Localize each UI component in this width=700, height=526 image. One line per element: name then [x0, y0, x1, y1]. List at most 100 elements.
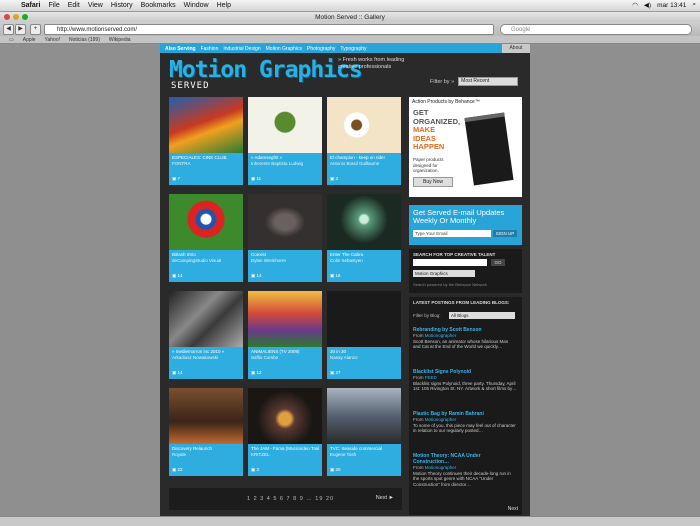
menu-file[interactable]: File [48, 2, 59, 9]
bookmark-yahoo[interactable]: Yahoo! [45, 37, 60, 43]
tile-thumbnail[interactable] [327, 194, 401, 250]
address-bar[interactable]: http://www.motionserved.com/ [44, 24, 494, 35]
post-excerpt: Blacklist signs Polynoid, three party. T… [413, 380, 517, 392]
tile-author[interactable]: Colin Sebastyen [330, 258, 398, 264]
address-url[interactable]: http://www.motionserved.com/ [57, 27, 137, 33]
tile-author[interactable]: KRITZEL [251, 452, 319, 458]
gallery-tile[interactable]: ANIMALIENS (TV 2009) Saffio Combe ▣ 12 [248, 291, 322, 379]
buy-now-button[interactable]: Buy Now [413, 177, 453, 187]
tile-thumbnail[interactable] [327, 388, 401, 444]
bookmark-news[interactable]: Noticias (199) [69, 37, 100, 43]
tile-thumbnail[interactable] [169, 291, 243, 347]
gallery-tile[interactable]: Discovery Relaunch Royale ▣ 22 [169, 388, 243, 476]
nav-photography[interactable]: Photography [307, 46, 335, 52]
search-placeholder: Google [511, 26, 531, 33]
talent-search-input[interactable] [413, 259, 487, 266]
blog-filter-select[interactable]: All Blogs [449, 312, 515, 319]
bookmark-apple[interactable]: Apple [23, 37, 36, 43]
clock[interactable]: mar 13:41 [657, 2, 686, 9]
tile-thumbnail[interactable] [248, 194, 322, 250]
post-excerpt: Motion Theory continues their decade-lon… [413, 470, 511, 487]
tile-author[interactable]: FONTRA [172, 161, 240, 167]
tile-views-count: 14 [256, 273, 262, 278]
gallery-tile[interactable]: Bitlash Intro deCampingStudio Visual ▣ 1… [169, 194, 243, 282]
add-bookmark-button[interactable]: + [30, 23, 41, 35]
search-field[interactable]: Google [500, 24, 692, 35]
wifi-icon[interactable]: ◠ [632, 1, 638, 9]
tile-thumbnail[interactable] [169, 194, 243, 250]
about-link[interactable]: About [502, 44, 530, 53]
tile-author[interactable]: Arkadiusz Nowakowski [172, 355, 240, 361]
tile-thumbnail[interactable] [248, 291, 322, 347]
spotlight-icon[interactable]: ⌕ [692, 1, 696, 9]
gallery-tile[interactable]: 30 in 30 Nasay Alanzo ▣ 27 [327, 291, 401, 379]
nav-typography[interactable]: Typography [340, 46, 366, 52]
menu-edit[interactable]: Edit [68, 2, 80, 9]
tile-title[interactable]: The JAM - Fama (Musicvideo Trailer) [251, 446, 319, 452]
gallery-tile[interactable]: » mediemorron inc 2010 « Arkadiusz Nowak… [169, 291, 243, 379]
tile-author[interactable]: deCampingStudio Visual [172, 258, 240, 264]
tile-thumbnail[interactable] [327, 97, 401, 153]
tile-author[interactable]: Eugene Tosh [330, 452, 398, 458]
window-controls [4, 14, 28, 20]
zoom-window-button[interactable] [22, 14, 28, 20]
ad-headline: GET ORGANIZED, MAKE IDEAS HAPPEN [413, 108, 460, 152]
menu-bookmarks[interactable]: Bookmarks [141, 2, 176, 9]
tile-thumbnail[interactable] [248, 97, 322, 153]
tile-views: ▣ 14 [172, 273, 183, 279]
tile-author[interactable]: Antonio Brasil Guillaume [330, 161, 398, 167]
bookmarks-menu-icon[interactable]: ▭ [9, 37, 14, 43]
site-top-nav: Also Serving Fashion Industrial Design M… [160, 44, 530, 53]
post-source-link[interactable]: Motionographer [425, 465, 457, 470]
post-source-link[interactable]: FEED [425, 375, 437, 380]
sign-up-button[interactable]: SIGN UP [493, 230, 517, 237]
tile-author[interactable]: Saffio Combe [251, 355, 319, 361]
tile-author[interactable]: Royale [172, 452, 240, 458]
post-excerpt: To some of you, this piece may feel out … [413, 422, 516, 434]
tile-views: ▣ 11 [251, 176, 261, 182]
menu-window[interactable]: Window [184, 2, 209, 9]
back-button[interactable]: ◀ [3, 23, 14, 35]
tile-views-count: 11 [256, 176, 262, 181]
post-source-link[interactable]: Motionographer [425, 417, 457, 422]
gallery-tile[interactable]: Enter The Cabra Colin Sebastyen ▣ 16 [327, 194, 401, 282]
site-logo[interactable]: Motion Graphics [169, 57, 363, 83]
nav-motion-graphics[interactable]: Motion Graphics [266, 46, 302, 52]
filter-select[interactable]: Most Recent [458, 77, 519, 86]
talent-go-button[interactable]: GO [491, 259, 505, 266]
gallery-tile[interactable]: The JAM - Fama (Musicvideo Trailer) KRIT… [248, 388, 322, 476]
gallery-tile[interactable]: TVC: Seaside commercial Eugene Tosh ▣ 20 [327, 388, 401, 476]
volume-icon[interactable]: ◀) [644, 1, 651, 9]
nav-fashion[interactable]: Fashion [201, 46, 219, 52]
tile-thumbnail[interactable] [327, 291, 401, 347]
tile-author[interactable]: Inherente Baptista Ludwig [251, 161, 319, 167]
nav-industrial-design[interactable]: Industrial Design [223, 46, 260, 52]
menu-view[interactable]: View [88, 2, 103, 9]
action-products-ad[interactable]: Action Products by Behance™ GET ORGANIZE… [409, 97, 522, 197]
filter-label: Filter by » [430, 78, 455, 85]
tile-author[interactable]: Dylan Wreinhorre [251, 258, 319, 264]
minimize-window-button[interactable] [13, 14, 19, 20]
gallery-tile[interactable]: El champion - keep on ride! Antonio Bras… [327, 97, 401, 185]
email-input[interactable]: Type Your Email [413, 230, 491, 237]
next-page-link[interactable]: Next ► [376, 495, 394, 501]
menu-safari[interactable]: Safari [21, 2, 40, 9]
menu-help[interactable]: Help [217, 2, 231, 9]
gallery-tile[interactable]: » Adamsegfrit « Inherente Baptista Ludwi… [248, 97, 322, 185]
blogs-next-link[interactable]: Next [508, 506, 518, 512]
gallery-tile[interactable]: Coexist Dylan Wreinhorre ▣ 14 [248, 194, 322, 282]
post-source-link[interactable]: Motionographer [425, 333, 457, 338]
tile-thumbnail[interactable] [248, 388, 322, 444]
tile-author[interactable]: Nasay Alanzo [330, 355, 398, 361]
post-title[interactable]: Motion Theory: NCAA Under Construction… [413, 453, 517, 465]
page-links[interactable]: 1 2 3 4 5 6 7 8 9 … 19 20 [247, 496, 334, 502]
talent-category-select[interactable]: Motion Graphics [413, 270, 475, 277]
close-window-button[interactable] [4, 14, 10, 20]
forward-button[interactable]: ▶ [15, 23, 26, 35]
gallery-filter: Filter by » Most Recent [430, 77, 519, 86]
bookmark-wikipedia[interactable]: Wikipedia [109, 37, 131, 43]
tile-thumbnail[interactable] [169, 97, 243, 153]
menu-history[interactable]: History [111, 2, 133, 9]
gallery-tile[interactable]: ESPECIALES: CINE CLUB FONTRA ▣ 7 [169, 97, 243, 185]
tile-thumbnail[interactable] [169, 388, 243, 444]
